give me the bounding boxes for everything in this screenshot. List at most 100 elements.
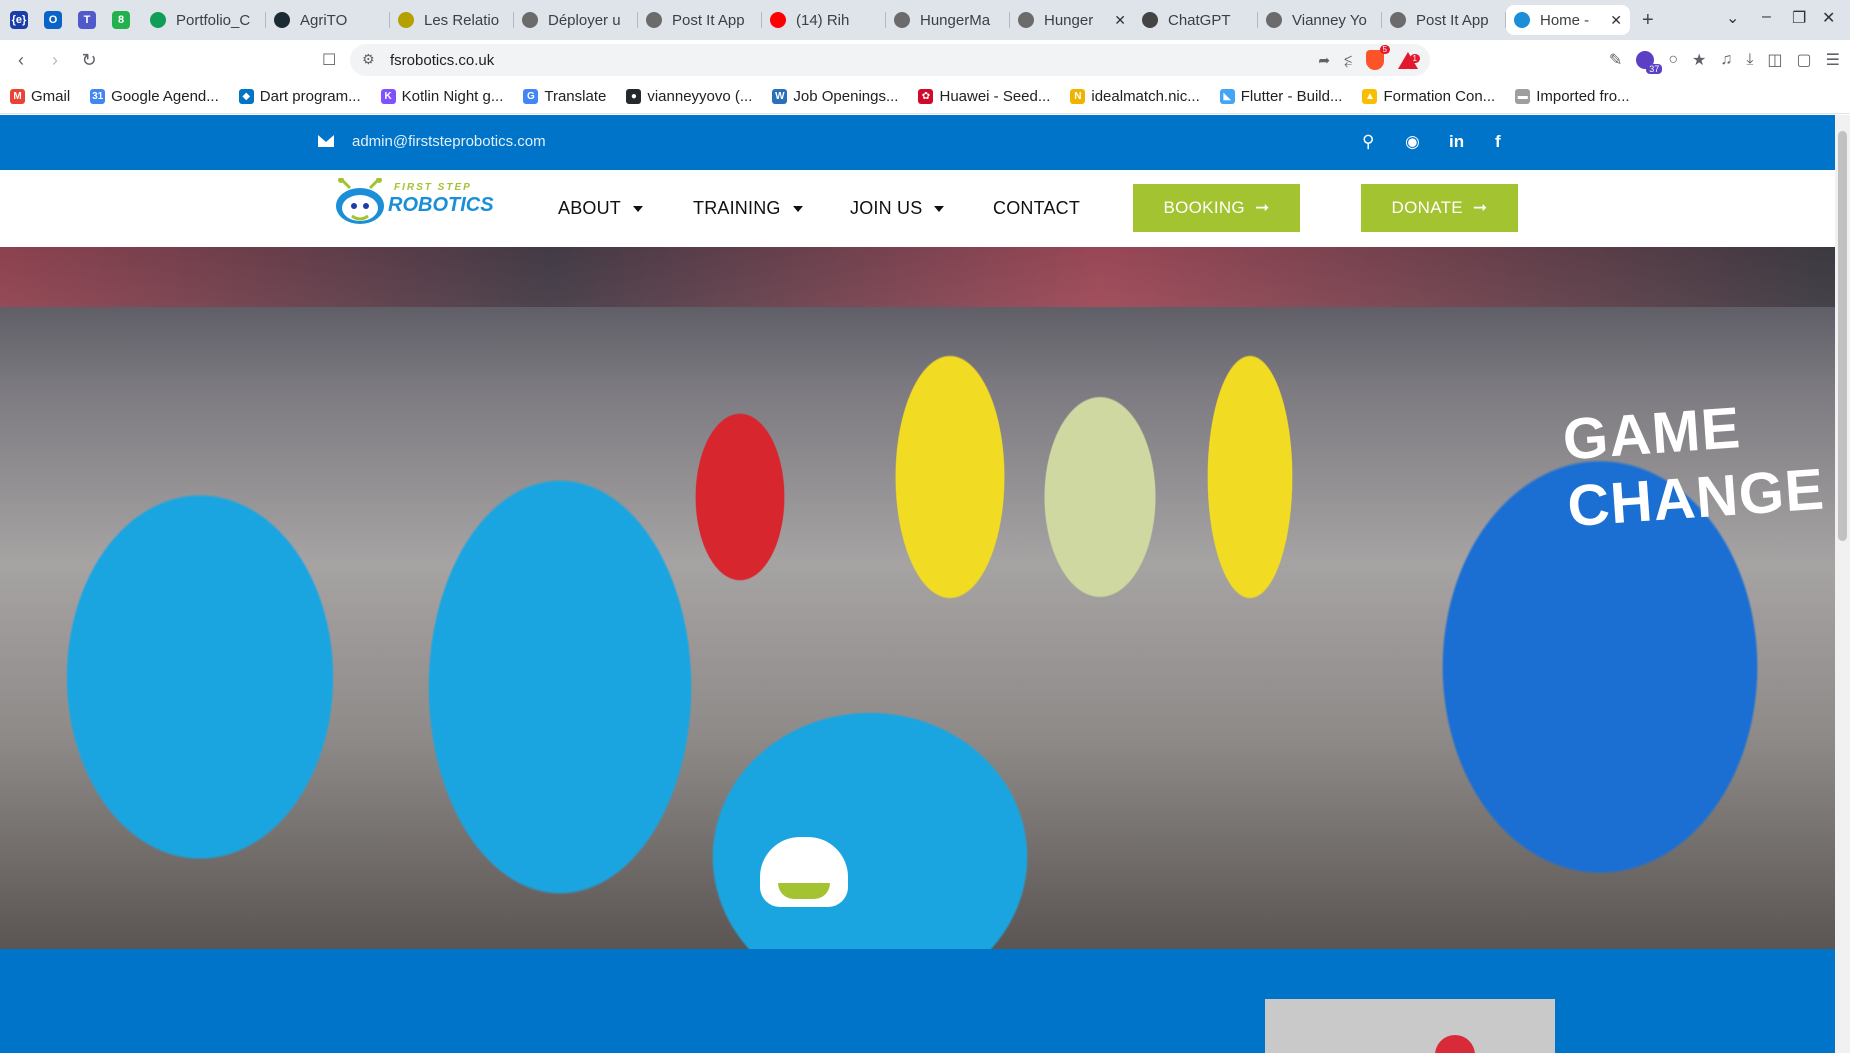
brave-rewards-icon[interactable]: 1 (1398, 51, 1420, 69)
outlook-icon: O (44, 11, 62, 29)
browser-tab[interactable]: Post It App (638, 5, 762, 35)
restore-icon[interactable]: ❐ (1792, 8, 1806, 28)
browser-tab-strip: {e} O T 8 Portfolio_C AgriTO Les Relatio Déplo… (0, 0, 1850, 40)
bookmark-item[interactable]: W Job Openings... (772, 88, 898, 105)
donate-button[interactable]: DONATE ➞ (1361, 184, 1518, 232)
bookmark-item[interactable]: ▲ Formation Con... (1362, 88, 1495, 105)
bookmark-item[interactable]: ◣ Flutter - Build... (1219, 88, 1342, 105)
tab-label: HungerMa (920, 11, 991, 29)
globe-icon (1018, 12, 1034, 28)
media-icon[interactable]: ♫ (1720, 51, 1732, 69)
wallet-icon[interactable]: ▢ (1797, 50, 1812, 70)
window-close-icon[interactable]: ✕ (1822, 8, 1835, 28)
section-band (0, 949, 1835, 1053)
bookmark-item[interactable]: G Translate (523, 88, 606, 105)
browser-tab[interactable]: AgriTO (266, 5, 390, 35)
share-icon[interactable]: ➦ (1318, 52, 1330, 69)
tab-search-dropdown-icon[interactable]: ⌄ (1726, 8, 1739, 28)
pinned-tab-3[interactable]: T (72, 6, 102, 34)
browser-tab[interactable]: Hunger ✕ (1010, 5, 1134, 35)
brave-shields-icon[interactable]: 5 (1366, 45, 1390, 70)
tab-label: Les Relatio (424, 11, 500, 29)
bookmark-label: Dart program... (259, 88, 361, 105)
pinned-tab-2[interactable]: O (38, 6, 68, 34)
bookmarks-bar: M Gmail 31 Google Agend... ◆ Dart program... K… (0, 80, 1850, 114)
pinned-tab-4[interactable]: 8 (106, 6, 136, 34)
bookmark-item[interactable]: Nidealmatch.nic... (1070, 88, 1200, 105)
minimize-icon[interactable]: – (1762, 8, 1771, 26)
browser-tab[interactable]: Portfolio_C (142, 5, 266, 35)
ext-circle-icon[interactable]: ○ (1668, 51, 1678, 69)
bookmark-icon[interactable]: ☐ (322, 50, 336, 70)
folder-icon: ▬ (1515, 89, 1531, 104)
menu-icon[interactable]: ☰ (1826, 50, 1840, 70)
browser-tab[interactable]: HungerMa (886, 5, 1010, 35)
shields-count: 5 (1379, 45, 1390, 54)
scrollbar-thumb[interactable] (1838, 131, 1847, 541)
forward-arrow-icon[interactable]: › (42, 50, 68, 71)
address-bar[interactable]: ⚙ fsrobotics.co.uk ➦ ⥶ 5 1 (350, 44, 1430, 76)
page-scrollbar[interactable] (1835, 115, 1850, 1053)
tab-label: Hunger (1044, 11, 1094, 29)
bookmark-label: Imported fro... (1536, 88, 1630, 105)
bookmark-label: idealmatch.nic... (1091, 88, 1200, 105)
github-icon: ● (626, 89, 642, 104)
nav-contact[interactable]: CONTACT (993, 198, 1080, 219)
rewards-count: 1 (1409, 53, 1420, 63)
bookmark-label: Google Agend... (111, 88, 219, 105)
browser-tab[interactable]: Vianney Yo (1258, 5, 1382, 35)
download-icon[interactable]: ⤓ (1746, 51, 1753, 69)
search-icon[interactable]: ⚲ (1362, 132, 1374, 152)
pinned-tab-1[interactable]: {e} (4, 6, 34, 34)
tab-close-icon[interactable]: ✕ (1610, 12, 1622, 29)
instagram-icon[interactable]: ◉ (1405, 132, 1420, 152)
browser-tab[interactable]: Post It App (1382, 5, 1506, 35)
booking-button[interactable]: BOOKING ➞ (1133, 184, 1300, 232)
contact-email-link[interactable]: admin@firststeprobotics.com (352, 133, 546, 150)
site-logo[interactable]: FIRST STEP ROBOTICS (332, 177, 494, 236)
tab-label: ChatGPT (1168, 11, 1231, 29)
hero-ceiling (0, 247, 1835, 307)
site-settings-icon[interactable]: ⚙ (362, 51, 375, 68)
browser-tab[interactable]: Home - ✕ (1506, 5, 1630, 35)
bookmark-label: Formation Con... (1383, 88, 1496, 105)
tab-label: Post It App (672, 11, 745, 29)
reload-icon[interactable]: ↻ (76, 50, 102, 71)
rss-icon[interactable]: ⥶ (1344, 52, 1352, 69)
browser-tab[interactable]: Déployer u (514, 5, 638, 35)
new-tab-button[interactable]: + (1642, 9, 1654, 32)
bookmark-item[interactable]: ✿ Huawei - Seed... (918, 88, 1050, 105)
tab-close-icon[interactable]: ✕ (1114, 12, 1126, 29)
browser-tab[interactable]: (14) Rih (762, 5, 886, 35)
nav-about[interactable]: ABOUT (558, 198, 644, 219)
bookmark-item[interactable]: 31 Google Agend... (90, 88, 219, 105)
url-text[interactable]: fsrobotics.co.uk (390, 52, 494, 69)
globe-icon (894, 12, 910, 28)
braces-icon: {e} (10, 11, 28, 29)
extension-badge-count: 37 (1646, 64, 1663, 74)
sidebar-icon[interactable]: ◫ (1767, 50, 1782, 70)
browser-tab[interactable]: Les Relatio (390, 5, 514, 35)
tab-label: Vianney Yo (1292, 11, 1367, 29)
youtube-icon (770, 12, 786, 28)
bookmark-label: Translate (544, 88, 607, 105)
bookmark-item[interactable]: K Kotlin Night g... (380, 88, 503, 105)
tab-label: (14) Rih (796, 11, 850, 29)
linkedin-icon[interactable]: in (1449, 132, 1464, 152)
translate-icon: G (523, 89, 539, 104)
eyedropper-icon[interactable]: ✎ (1609, 50, 1622, 70)
bookmark-item[interactable]: ● vianneyyovo (... (626, 88, 752, 105)
nav-training[interactable]: TRAINING (693, 198, 803, 219)
extension-badge-icon[interactable]: 37 (1636, 51, 1663, 74)
bookmark-item[interactable]: M Gmail (10, 88, 70, 105)
browser-tab[interactable]: ChatGPT (1134, 5, 1258, 35)
extensions-puzzle-icon[interactable]: ★ (1692, 50, 1706, 70)
nav-join-us[interactable]: JOIN US (850, 198, 945, 219)
facebook-icon[interactable]: f (1495, 132, 1501, 152)
bookmark-label: Gmail (31, 88, 71, 105)
back-arrow-icon[interactable]: ‹ (8, 50, 34, 71)
web-page: admin@firststeprobotics.com ⚲ ◉ in f FIR… (0, 115, 1835, 1053)
bookmark-item[interactable]: ◆ Dart program... (238, 88, 361, 105)
agrito-icon (274, 12, 290, 28)
bookmark-item[interactable]: ▬ Imported fro... (1515, 88, 1630, 105)
